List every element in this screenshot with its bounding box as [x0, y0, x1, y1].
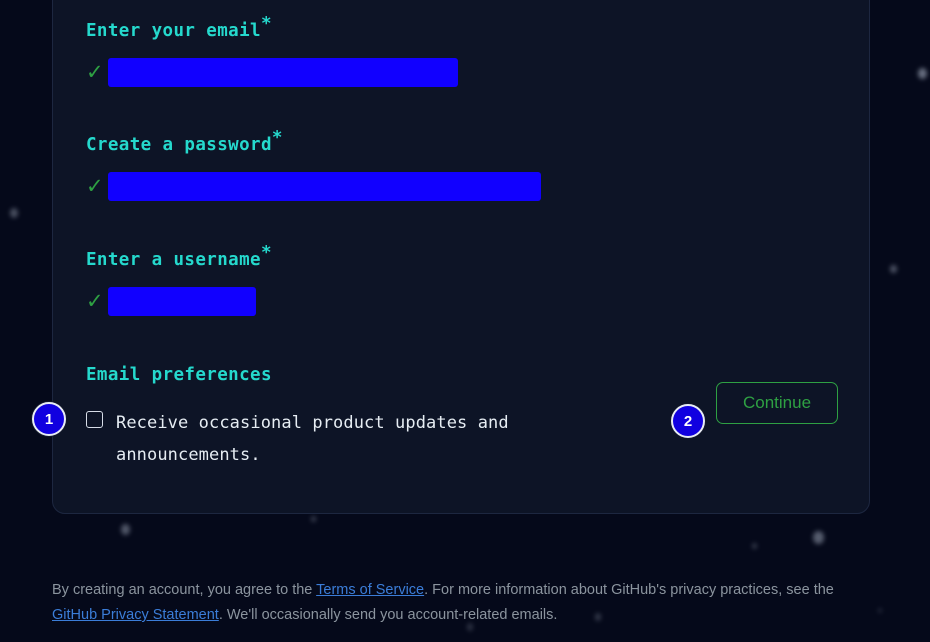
input-row-username: ✓ [86, 286, 272, 316]
label-username-text: Enter a username [86, 250, 261, 270]
email-preferences-checkbox-label: Receive occasional product updates and a… [116, 412, 509, 465]
email-input[interactable] [108, 57, 458, 87]
field-group-email: Enter your email* ✓ [86, 15, 458, 87]
checkbox-unchecked-icon[interactable] [86, 410, 103, 428]
input-row-password: ✓ [86, 171, 541, 201]
check-icon: ✓ [86, 173, 104, 198]
terms-of-service-link[interactable]: Terms of Service [316, 582, 424, 598]
email-preferences-group: Email preferences Receive occasional pro… [86, 365, 586, 471]
annotation-badge-2: 2 [671, 404, 705, 438]
required-asterisk-username: * [260, 243, 272, 264]
legal-text-part3: . We'll occasionally send you account-re… [218, 607, 558, 623]
label-password: Create a password* [86, 129, 541, 155]
annotation-badge-1: 1 [32, 402, 66, 436]
input-row-email: ✓ [86, 57, 458, 87]
label-email-text: Enter your email [86, 21, 261, 41]
email-preferences-title: Email preferences [86, 365, 272, 385]
continue-button[interactable]: Continue [716, 382, 838, 424]
check-icon: ✓ [86, 288, 104, 313]
signup-card: Enter your email* ✓ Create a password* ✓… [52, 0, 870, 514]
field-group-password: Create a password* ✓ [86, 129, 541, 201]
label-password-text: Create a password [86, 135, 272, 155]
email-preferences-row[interactable]: Receive occasional product updates and a… [86, 407, 586, 471]
legal-text-part2: . For more information about GitHub's pr… [424, 582, 834, 598]
field-group-username: Enter a username* ✓ [86, 244, 272, 316]
legal-text-part1: By creating an account, you agree to the [52, 582, 317, 598]
required-asterisk-password: * [271, 128, 283, 149]
signup-page: Enter your email* ✓ Create a password* ✓… [0, 0, 930, 642]
check-icon: ✓ [86, 59, 104, 84]
required-asterisk-email: * [260, 14, 272, 35]
password-input[interactable] [108, 171, 541, 201]
username-input[interactable] [108, 286, 256, 316]
legal-footer: By creating an account, you agree to the… [52, 578, 882, 628]
github-privacy-statement-link[interactable]: GitHub Privacy Statement [52, 607, 219, 623]
label-email: Enter your email* [86, 15, 458, 41]
label-username: Enter a username* [86, 244, 272, 270]
